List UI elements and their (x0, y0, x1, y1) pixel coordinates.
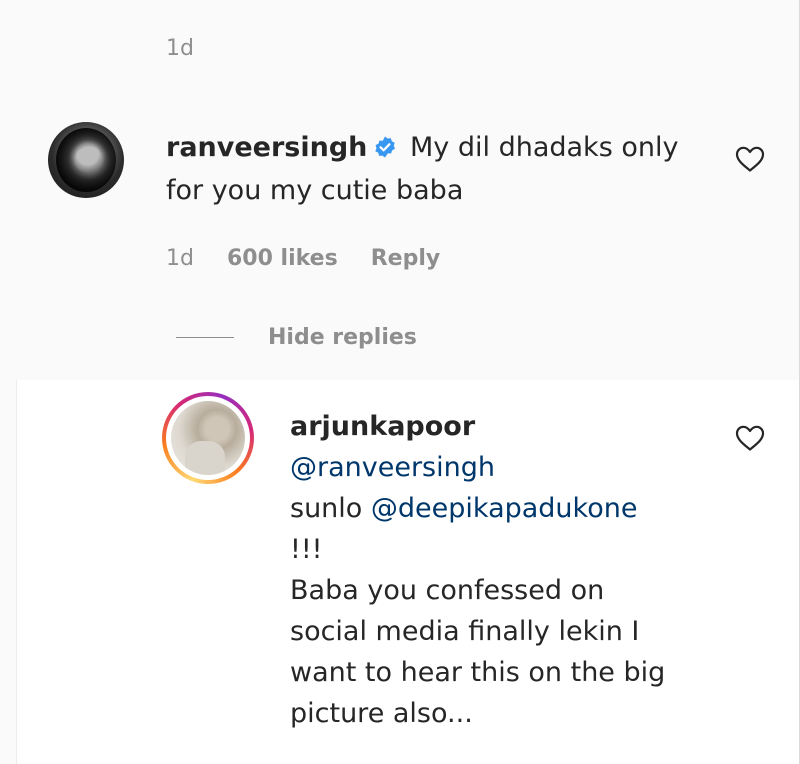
reply-text-exclaim: !!! (290, 534, 323, 565)
comment-username[interactable]: ranveersingh (166, 132, 367, 163)
arjunkapoor-avatar[interactable] (162, 392, 254, 484)
reply-text-line2: social media finally lekin I (290, 616, 640, 647)
reply-text-prefix: sunlo (290, 493, 371, 524)
comment-likes[interactable]: 600 likes (227, 246, 338, 271)
reply-text-line3: want to hear this on the big (290, 657, 666, 688)
hide-replies-button[interactable]: Hide replies (176, 325, 417, 350)
mention-ranveersingh[interactable]: @ranveersingh (290, 447, 710, 488)
mention-deepikapadukone[interactable]: @deepikapadukone (371, 493, 638, 524)
reply-body: arjunkapoor @ranveersingh sunlo @deepika… (290, 406, 710, 734)
hide-replies-label: Hide replies (268, 325, 417, 350)
comment-body: ranveersingh My dil dhadaks only for you… (166, 128, 726, 211)
comment-text-line1: My dil dhadaks only (410, 132, 679, 163)
verified-badge-icon (373, 131, 397, 171)
heart-outline-icon[interactable] (734, 424, 766, 456)
replies-divider (176, 337, 234, 338)
reply-panel-edge (16, 380, 17, 764)
reply-button[interactable]: Reply (371, 246, 441, 271)
reply-text-sunlo-line: sunlo @deepikapadukone (290, 488, 710, 529)
previous-comment-timestamp: 1d (166, 36, 194, 61)
avatar-figure (185, 441, 225, 475)
comment-timestamp[interactable]: 1d (166, 246, 194, 271)
avatar-photo (171, 401, 245, 475)
comment-text-line2: for you my cutie baba (166, 175, 464, 206)
reply-text-line1: Baba you confessed on (290, 575, 605, 606)
reply-text-line4: picture also... (290, 698, 473, 729)
comment-meta: 1d 600 likes Reply (166, 246, 466, 271)
comments-section: 1d ranveersingh My dil dhadaks only for … (0, 0, 800, 764)
avatar-photo (56, 128, 116, 192)
reply-username[interactable]: arjunkapoor (290, 406, 710, 447)
ranveersingh-avatar[interactable] (48, 122, 124, 198)
heart-outline-icon[interactable] (734, 145, 766, 177)
